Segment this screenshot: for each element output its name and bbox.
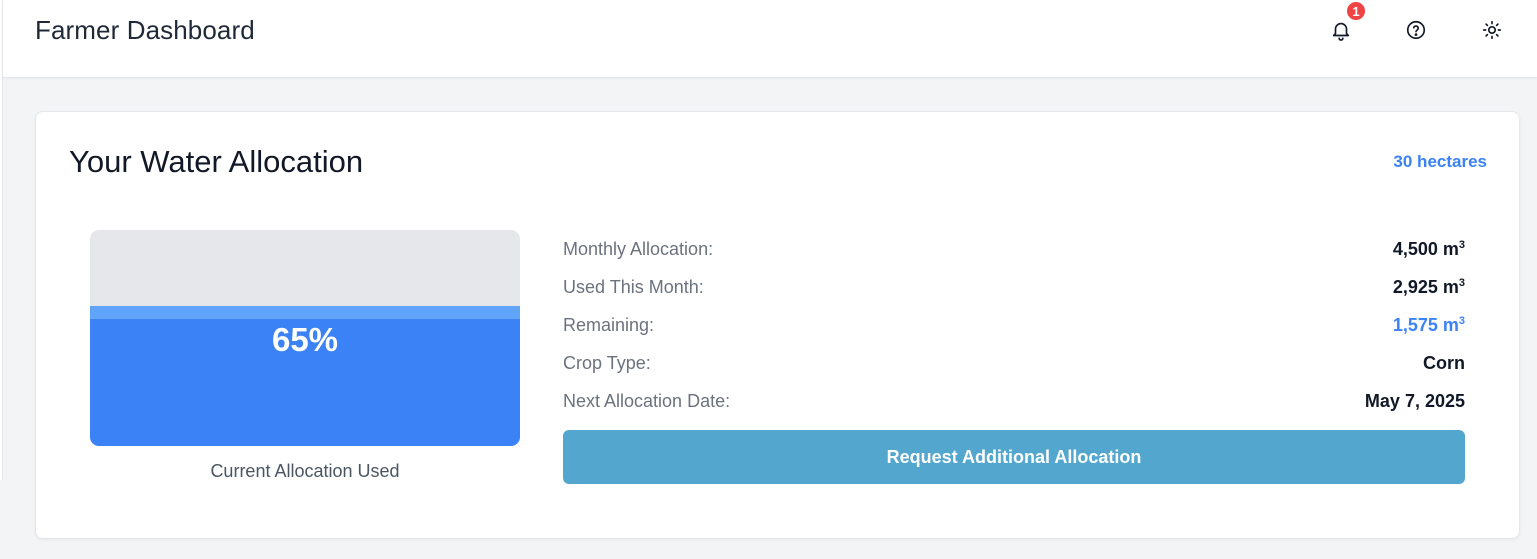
stat-value: Corn (1423, 352, 1465, 373)
gauge-wave (90, 305, 520, 319)
notifications-button[interactable]: 1 (1325, 0, 1367, 46)
stat-row: Monthly Allocation: 4,500 m3 (563, 230, 1465, 268)
stat-value: 1,575 m3 (1392, 314, 1465, 335)
stat-row: Next Allocation Date: May 7, 2025 (563, 382, 1465, 420)
gauge-caption: Current Allocation Used (210, 461, 400, 481)
stat-label: Next Allocation Date: (563, 390, 731, 411)
allocation-gauge: 65% (90, 230, 520, 446)
theme-toggle-button[interactable] (1476, 14, 1508, 46)
page-title: Farmer Dashboard (35, 15, 255, 45)
stat-label: Monthly Allocation: (563, 238, 714, 259)
notification-badge: 1 (1345, 0, 1367, 22)
stat-value: 2,925 m3 (1392, 276, 1465, 297)
top-header: Farmer Dashboard 1 (3, 0, 1537, 78)
water-allocation-card: Your Water Allocation 30 hectares 65% Cu… (35, 111, 1520, 539)
unit-superscript: 3 (1458, 314, 1465, 327)
stat-label: Crop Type: (563, 352, 651, 373)
stat-row: Used This Month: 2,925 m3 (563, 268, 1465, 306)
unit-superscript: 3 (1458, 276, 1465, 289)
card-title: Your Water Allocation (69, 144, 364, 179)
stat-label: Used This Month: (563, 276, 704, 297)
request-additional-allocation-button[interactable]: Request Additional Allocation (563, 430, 1465, 484)
stat-value: 4,500 m3 (1392, 238, 1465, 259)
stat-value: May 7, 2025 (1364, 390, 1465, 411)
help-button[interactable] (1400, 14, 1432, 46)
farm-area-label: 30 hectares (1393, 152, 1487, 171)
gauge-percent: 65% (271, 321, 339, 358)
allocation-stats: Monthly Allocation: 4,500 m3 Used This Mon… (563, 230, 1465, 420)
unit-superscript: 3 (1458, 238, 1465, 251)
stat-row: Crop Type: Corn (563, 344, 1465, 382)
stat-row: Remaining: 1,575 m3 (563, 306, 1465, 344)
help-circle-icon (1406, 20, 1426, 40)
bell-icon (1332, 22, 1350, 41)
stat-label: Remaining: (563, 314, 655, 335)
sun-icon (1482, 20, 1502, 40)
